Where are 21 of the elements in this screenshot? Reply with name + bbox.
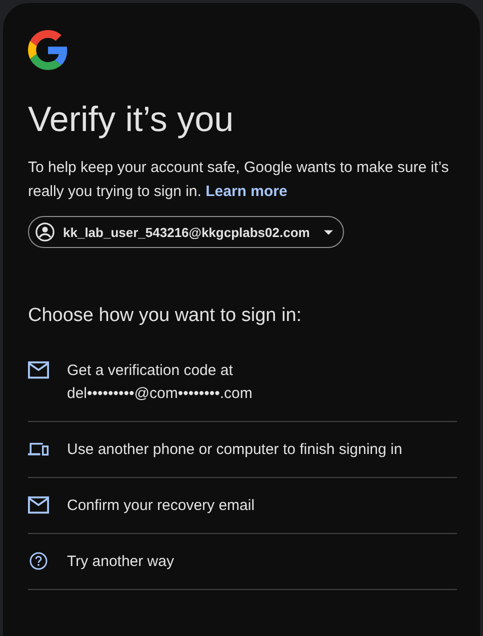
option-label: Try another way <box>67 552 174 572</box>
description-text: To help keep your account safe, Google wants to make sure it’s really you trying to sign in. Learn more <box>28 158 450 202</box>
option-label: Confirm your recovery email <box>67 496 255 516</box>
sign-in-option[interactable]: Get a verification code at del•••••••••@com••••••••.com <box>28 343 457 422</box>
option-label: Get a verification code at <box>67 361 233 381</box>
envelope-icon <box>28 361 49 379</box>
caret-icon <box>324 230 333 234</box>
account-chip[interactable]: kk_lab_user_543216@kkgcplabs02.com <box>28 216 344 248</box>
devices-icon <box>28 440 49 458</box>
sign-in-option[interactable]: Try another way <box>28 534 457 590</box>
sign-in-option[interactable]: Use another phone or computer to finish signing in <box>28 422 457 478</box>
page-title: Verify it’s you <box>28 99 234 141</box>
google-logo <box>28 30 68 70</box>
option-label: del•••••••••@com••••••••.com <box>67 384 252 404</box>
section-heading: Choose how you want to sign in: <box>28 305 302 327</box>
option-label: Use another phone or computer to finish signing in <box>67 440 402 460</box>
help-icon <box>28 552 49 570</box>
envelope-icon <box>28 496 49 514</box>
learn-more-link[interactable]: Learn more <box>206 183 288 200</box>
avatar-icon <box>35 222 55 242</box>
sign-in-option[interactable]: Confirm your recovery email <box>28 478 457 534</box>
